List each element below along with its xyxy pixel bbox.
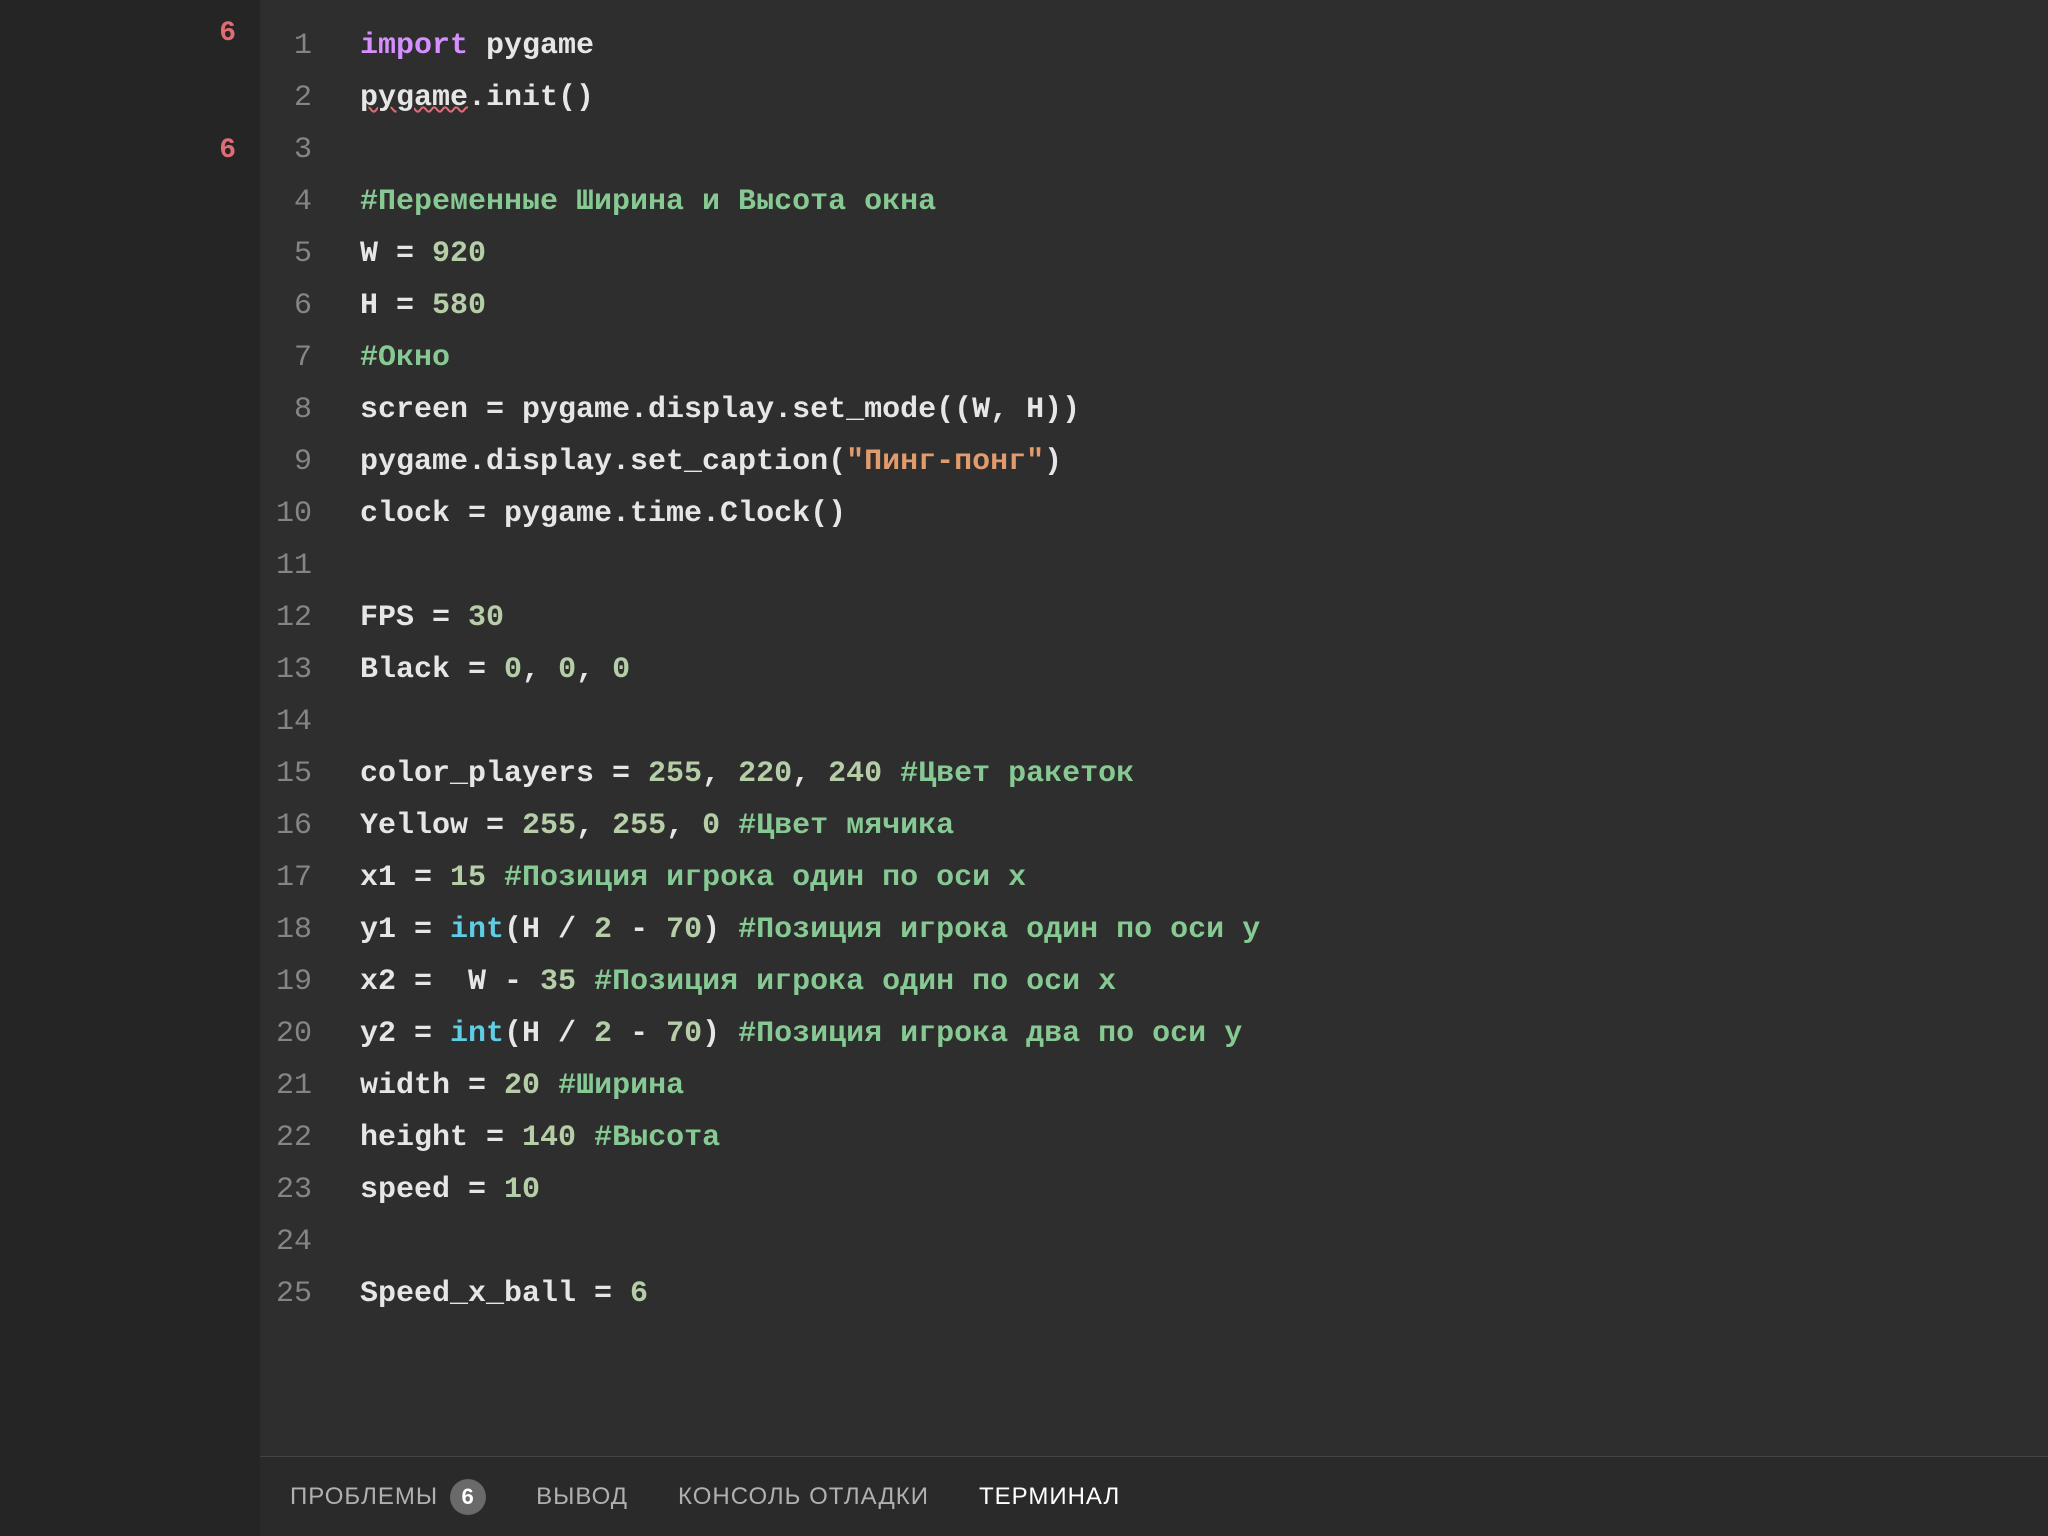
line-number: 3 [260,124,330,176]
tab-problems-label: ПРОБЛЕМЫ [290,1483,438,1511]
line-number: 16 [260,800,330,852]
code-line[interactable]: W = 920 [360,228,2048,280]
sidebar: 6 6 [0,0,260,1536]
tab-output-label: ВЫВОД [536,1483,628,1511]
tab-output[interactable]: ВЫВОД [536,1483,628,1511]
code-line[interactable]: Yellow = 255, 255, 0 #Цвет мячика [360,800,2048,852]
line-number: 11 [260,540,330,592]
tab-terminal[interactable]: ТЕРМИНАЛ [979,1483,1120,1511]
code-line[interactable] [360,124,2048,176]
line-number: 9 [260,436,330,488]
line-number: 12 [260,592,330,644]
code-line[interactable]: screen = pygame.display.set_mode((W, H)) [360,384,2048,436]
tab-debug-console[interactable]: КОНСОЛЬ ОТЛАДКИ [678,1483,929,1511]
line-number: 17 [260,852,330,904]
line-number: 22 [260,1112,330,1164]
code-content[interactable]: import pygamepygame.init() #Переменные Ши… [330,0,2048,1456]
sidebar-error-badge-2: 6 [0,127,260,174]
line-number: 24 [260,1216,330,1268]
code-line[interactable]: #Переменные Ширина и Высота окна [360,176,2048,228]
line-number-gutter: 1234567891011121314151617181920212223242… [260,0,330,1456]
line-number: 18 [260,904,330,956]
code-line[interactable]: FPS = 30 [360,592,2048,644]
line-number: 4 [260,176,330,228]
code-editor[interactable]: 1234567891011121314151617181920212223242… [260,0,2048,1456]
code-line[interactable] [360,540,2048,592]
code-line[interactable]: speed = 10 [360,1164,2048,1216]
code-line[interactable]: height = 140 #Высота [360,1112,2048,1164]
tab-problems[interactable]: ПРОБЛЕМЫ 6 [290,1479,486,1515]
code-line[interactable]: color_players = 255, 220, 240 #Цвет раке… [360,748,2048,800]
code-line[interactable] [360,696,2048,748]
code-line[interactable]: x2 = W - 35 #Позиция игрока один по оси … [360,956,2048,1008]
problems-count-badge: 6 [450,1479,486,1515]
line-number: 5 [260,228,330,280]
line-number: 2 [260,72,330,124]
code-line[interactable]: x1 = 15 #Позиция игрока один по оси x [360,852,2048,904]
line-number: 23 [260,1164,330,1216]
line-number: 13 [260,644,330,696]
line-number: 20 [260,1008,330,1060]
code-line[interactable]: y1 = int(H / 2 - 70) #Позиция игрока оди… [360,904,2048,956]
line-number: 8 [260,384,330,436]
code-line[interactable]: Speed_x_ball = 6 [360,1268,2048,1320]
code-line[interactable]: clock = pygame.time.Clock() [360,488,2048,540]
line-number: 14 [260,696,330,748]
tab-terminal-label: ТЕРМИНАЛ [979,1483,1120,1511]
code-line[interactable]: import pygame [360,20,2048,72]
line-number: 7 [260,332,330,384]
code-line[interactable] [360,1216,2048,1268]
sidebar-error-badge-1: 6 [0,10,260,57]
code-line[interactable]: #Окно [360,332,2048,384]
line-number: 1 [260,20,330,72]
code-line[interactable]: y2 = int(H / 2 - 70) #Позиция игрока два… [360,1008,2048,1060]
line-number: 10 [260,488,330,540]
editor-area: 1234567891011121314151617181920212223242… [260,0,2048,1536]
tab-debug-label: КОНСОЛЬ ОТЛАДКИ [678,1483,929,1511]
bottom-panel: ПРОБЛЕМЫ 6 ВЫВОД КОНСОЛЬ ОТЛАДКИ ТЕРМИНА… [260,1456,2048,1536]
code-line[interactable]: pygame.init() [360,72,2048,124]
line-number: 21 [260,1060,330,1112]
line-number: 6 [260,280,330,332]
code-line[interactable]: pygame.display.set_caption("Пинг-понг") [360,436,2048,488]
line-number: 25 [260,1268,330,1320]
code-line[interactable]: Black = 0, 0, 0 [360,644,2048,696]
line-number: 15 [260,748,330,800]
line-number: 19 [260,956,330,1008]
code-line[interactable]: width = 20 #Ширина [360,1060,2048,1112]
code-line[interactable]: H = 580 [360,280,2048,332]
